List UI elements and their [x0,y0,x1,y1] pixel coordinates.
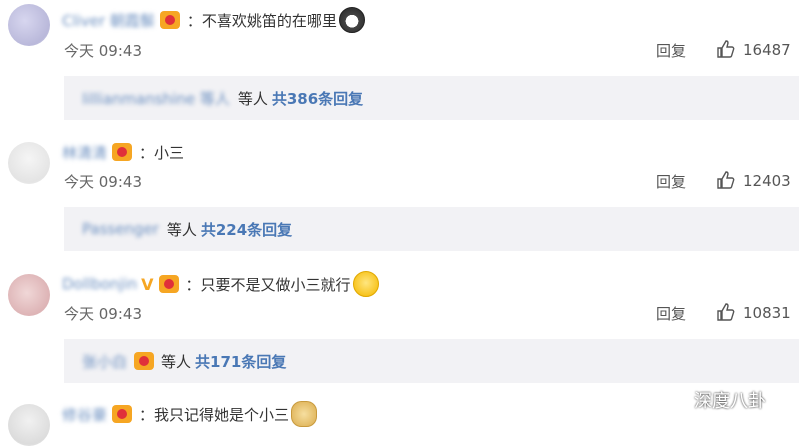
like-count: 12403 [743,172,791,190]
timestamp: 今天 09:43 [64,172,142,191]
comment-header: 林清清 ：小三 [62,138,184,166]
smile-emoji-icon [352,271,379,297]
watermark: 深度八卦 [666,386,766,414]
comment-header: 修谷豪 ：我只记得她是个小三 [62,400,318,428]
vip-badge-icon [134,352,155,370]
watermark-text: 深度八卦 [694,391,766,412]
doge-emoji-icon [291,401,318,427]
comment-meta: 今天 09:43 回复 16487 [64,38,799,62]
comment-header: Cliver 朝霞鬃 ：不喜欢姚笛的在哪里 [62,6,365,34]
like-count: 16487 [743,41,791,59]
reply-others-label: 等人 [166,220,197,239]
like-count: 10831 [743,304,791,322]
reply-summary[interactable]: Passenger 等人 共224条回复 [64,207,799,251]
reply-button[interactable]: 回复 [656,40,686,61]
avatar[interactable] [8,404,50,446]
username[interactable]: Dollbonjin [62,275,137,293]
reply-usernames[interactable]: Passenger [82,220,159,238]
reply-button[interactable]: 回复 [656,303,686,324]
reply-count-link[interactable]: 共224条回复 [201,219,292,240]
reply-usernames[interactable]: lillianmanshine 等人 [82,88,230,109]
wechat-icon [666,391,687,409]
vip-badge-icon [112,143,133,161]
avatar[interactable] [8,142,50,184]
reply-summary[interactable]: lillianmanshine 等人 等人 共386条回复 [64,76,799,120]
comment-text: ：只要不是又做小三就行 [185,275,351,294]
reply-summary[interactable]: 张小白 等人 共171条回复 [64,339,799,383]
comment-text: ：我只记得她是个小三 [139,405,290,424]
username[interactable]: 林清清 [62,142,107,163]
thumbs-up-icon[interactable] [716,302,736,322]
reply-usernames[interactable]: 张小白 [82,351,127,372]
reply-others-label: 等人 [237,89,268,108]
reply-count-link[interactable]: 共386条回复 [272,88,363,109]
avatar[interactable] [8,274,50,316]
username[interactable]: 修谷豪 [62,404,107,425]
vip-badge-icon [159,11,180,29]
reply-button[interactable]: 回复 [656,171,686,192]
avatar[interactable] [8,4,50,46]
timestamp: 今天 09:43 [64,304,142,323]
reply-count-link[interactable]: 共171条回复 [195,351,286,372]
comment-meta: 今天 09:43 回复 10831 [64,301,799,325]
vip-badge-icon [158,275,179,293]
timestamp: 今天 09:43 [64,41,142,60]
comment-header: Dollbonjin V ：只要不是又做小三就行 [62,270,379,298]
vip-badge-icon [112,405,133,423]
comment-text: ：不喜欢姚笛的在哪里 [186,11,337,30]
comment-text: ：小三 [139,143,185,162]
username[interactable]: Cliver 朝霞鬃 [62,10,155,31]
reply-others-label: 等人 [161,352,192,371]
verified-v-icon: V [141,274,154,294]
thumbs-up-icon[interactable] [716,170,736,190]
husky-emoji-icon [338,7,365,33]
comment-meta: 今天 09:43 回复 12403 [64,169,799,193]
thumbs-up-icon[interactable] [716,39,736,59]
